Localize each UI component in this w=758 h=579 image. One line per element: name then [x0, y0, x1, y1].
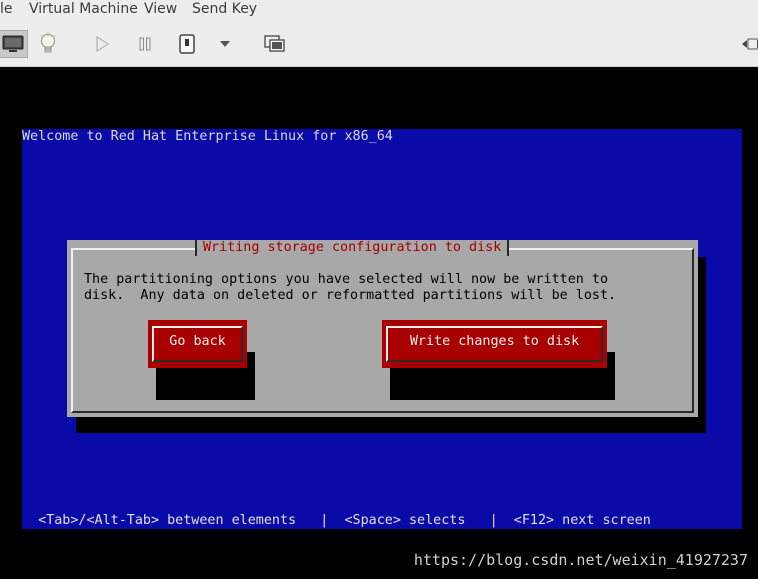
dialog-title: Writing storage configuration to disk [195, 240, 510, 256]
go-back-button[interactable]: Go back [148, 320, 247, 368]
menu-send-key[interactable]: Send Key [192, 0, 257, 18]
toolbar [0, 22, 758, 67]
installer-screen: Welcome to Red Hat Enterprise Linux for … [22, 129, 742, 529]
write-changes-label: Write changes to disk [409, 334, 580, 349]
console-icon [2, 35, 24, 52]
console-button[interactable] [0, 30, 28, 58]
snapshot-button[interactable] [262, 30, 288, 58]
shutdown-icon [179, 34, 195, 54]
go-back-label: Go back [169, 334, 226, 349]
details-lightbulb-icon [40, 32, 56, 53]
snapshot-icon [264, 35, 285, 52]
shutdown-menu-button[interactable] [216, 30, 234, 58]
details-button[interactable] [36, 30, 60, 58]
fullscreen-button[interactable] [740, 30, 758, 58]
dialog-message: The partitioning options you have select… [84, 272, 616, 304]
write-changes-button[interactable]: Write changes to disk [382, 320, 607, 368]
shutdown-menu-icon [220, 41, 230, 47]
menu-view[interactable]: View [144, 0, 177, 18]
status-bar: <Tab>/<Alt-Tab> between elements | <Spac… [22, 513, 651, 528]
menu-virtual-machine[interactable]: Virtual Machine [29, 0, 138, 18]
pause-icon [139, 37, 151, 51]
vm-console[interactable]: Welcome to Red Hat Enterprise Linux for … [0, 67, 758, 579]
run-icon [96, 36, 109, 52]
storage-dialog: Writing storage configuration to disk Th… [67, 240, 698, 417]
menu-file[interactable]: le [0, 0, 13, 18]
shutdown-button[interactable] [175, 30, 199, 58]
dialog-message-line-2: disk. Any data on deleted or reformatted… [84, 288, 617, 303]
fullscreen-icon [742, 38, 758, 50]
pause-button[interactable] [133, 30, 157, 58]
dialog-message-line-1: The partitioning options you have select… [84, 272, 609, 287]
menu-bar: le Virtual Machine View Send Key [0, 0, 758, 22]
blog-watermark: https://blog.csdn.net/weixin_41927237 [413, 551, 748, 569]
run-button[interactable] [90, 30, 114, 58]
welcome-banner: Welcome to Red Hat Enterprise Linux for … [22, 129, 393, 144]
